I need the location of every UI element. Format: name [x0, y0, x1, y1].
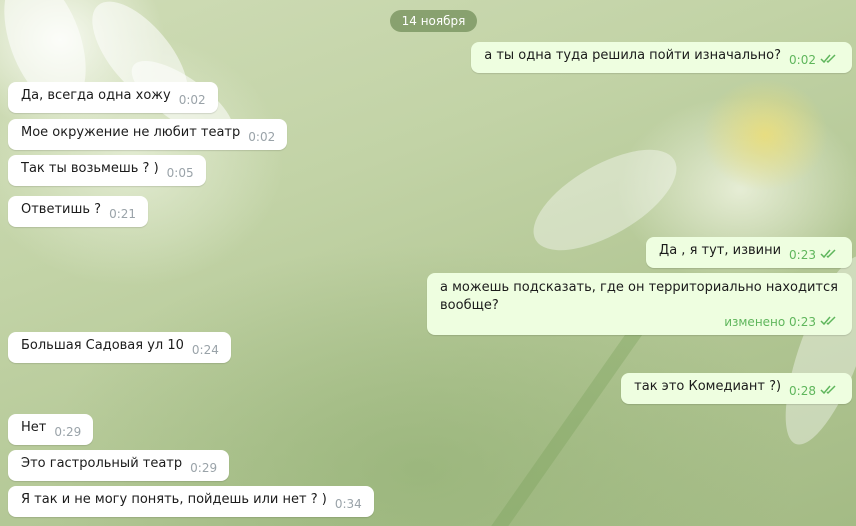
- message-text: Да, всегда одна хожу: [21, 88, 171, 103]
- message-outgoing[interactable]: а ты одна туда решила пойти изначально? 0…: [471, 42, 852, 73]
- message-time: 0:24: [191, 343, 219, 357]
- message-time: 0:02: [789, 53, 840, 67]
- chat-history[interactable]: 14 ноября а ты одна туда решила пойти из…: [0, 0, 856, 526]
- message-incoming[interactable]: Это гастрольный театр 0:29: [8, 450, 230, 481]
- message-text: так это Комедиант ?): [634, 379, 782, 394]
- double-check-icon: [820, 385, 840, 395]
- double-check-icon: [820, 249, 840, 259]
- message-text: Мое окружение не любит театр: [21, 125, 241, 140]
- message-text: Так ты возьмешь ? ): [21, 161, 159, 176]
- message-time: 0:29: [54, 425, 82, 439]
- message-incoming[interactable]: Так ты возьмешь ? ) 0:05: [8, 155, 206, 186]
- message-time: 0:05: [166, 166, 194, 180]
- message-text: Я так и не могу понять, пойдешь или нет …: [21, 492, 327, 507]
- message-incoming[interactable]: Ответишь ? 0:21: [8, 196, 149, 227]
- message-time: изменено 0:23: [448, 315, 840, 329]
- message-text: а можешь подсказать, где он территориаль…: [440, 280, 838, 313]
- message-incoming[interactable]: Нет 0:29: [8, 414, 94, 445]
- message-text: Нет: [21, 420, 47, 435]
- message-time: 0:02: [248, 130, 276, 144]
- message-incoming[interactable]: Я так и не могу понять, пойдешь или нет …: [8, 486, 374, 517]
- message-outgoing[interactable]: Да , я тут, извини 0:23: [646, 237, 852, 268]
- message-time: 0:29: [190, 461, 218, 475]
- message-text: Это гастрольный театр: [21, 456, 183, 471]
- background-stem: [486, 319, 648, 526]
- message-time: 0:21: [109, 207, 137, 221]
- message-incoming[interactable]: Да, всегда одна хожу 0:02: [8, 82, 218, 113]
- message-text: Большая Садовая ул 10: [21, 338, 184, 353]
- message-text: Да , я тут, извини: [659, 243, 782, 258]
- message-outgoing[interactable]: а можешь подсказать, где он территориаль…: [427, 273, 852, 335]
- message-incoming[interactable]: Большая Садовая ул 10 0:24: [8, 332, 231, 363]
- double-check-icon: [820, 54, 840, 64]
- message-text: а ты одна туда решила пойти изначально?: [484, 48, 782, 63]
- message-time: 0:34: [334, 497, 362, 511]
- double-check-icon: [820, 316, 840, 326]
- message-time: 0:28: [789, 384, 840, 398]
- message-text: Ответишь ?: [21, 202, 102, 217]
- message-outgoing[interactable]: так это Комедиант ?) 0:28: [621, 373, 852, 404]
- date-divider: 14 ноября: [390, 10, 477, 32]
- message-time: 0:02: [178, 93, 206, 107]
- message-time: 0:23: [789, 248, 840, 262]
- message-incoming[interactable]: Мое окружение не любит театр 0:02: [8, 119, 288, 150]
